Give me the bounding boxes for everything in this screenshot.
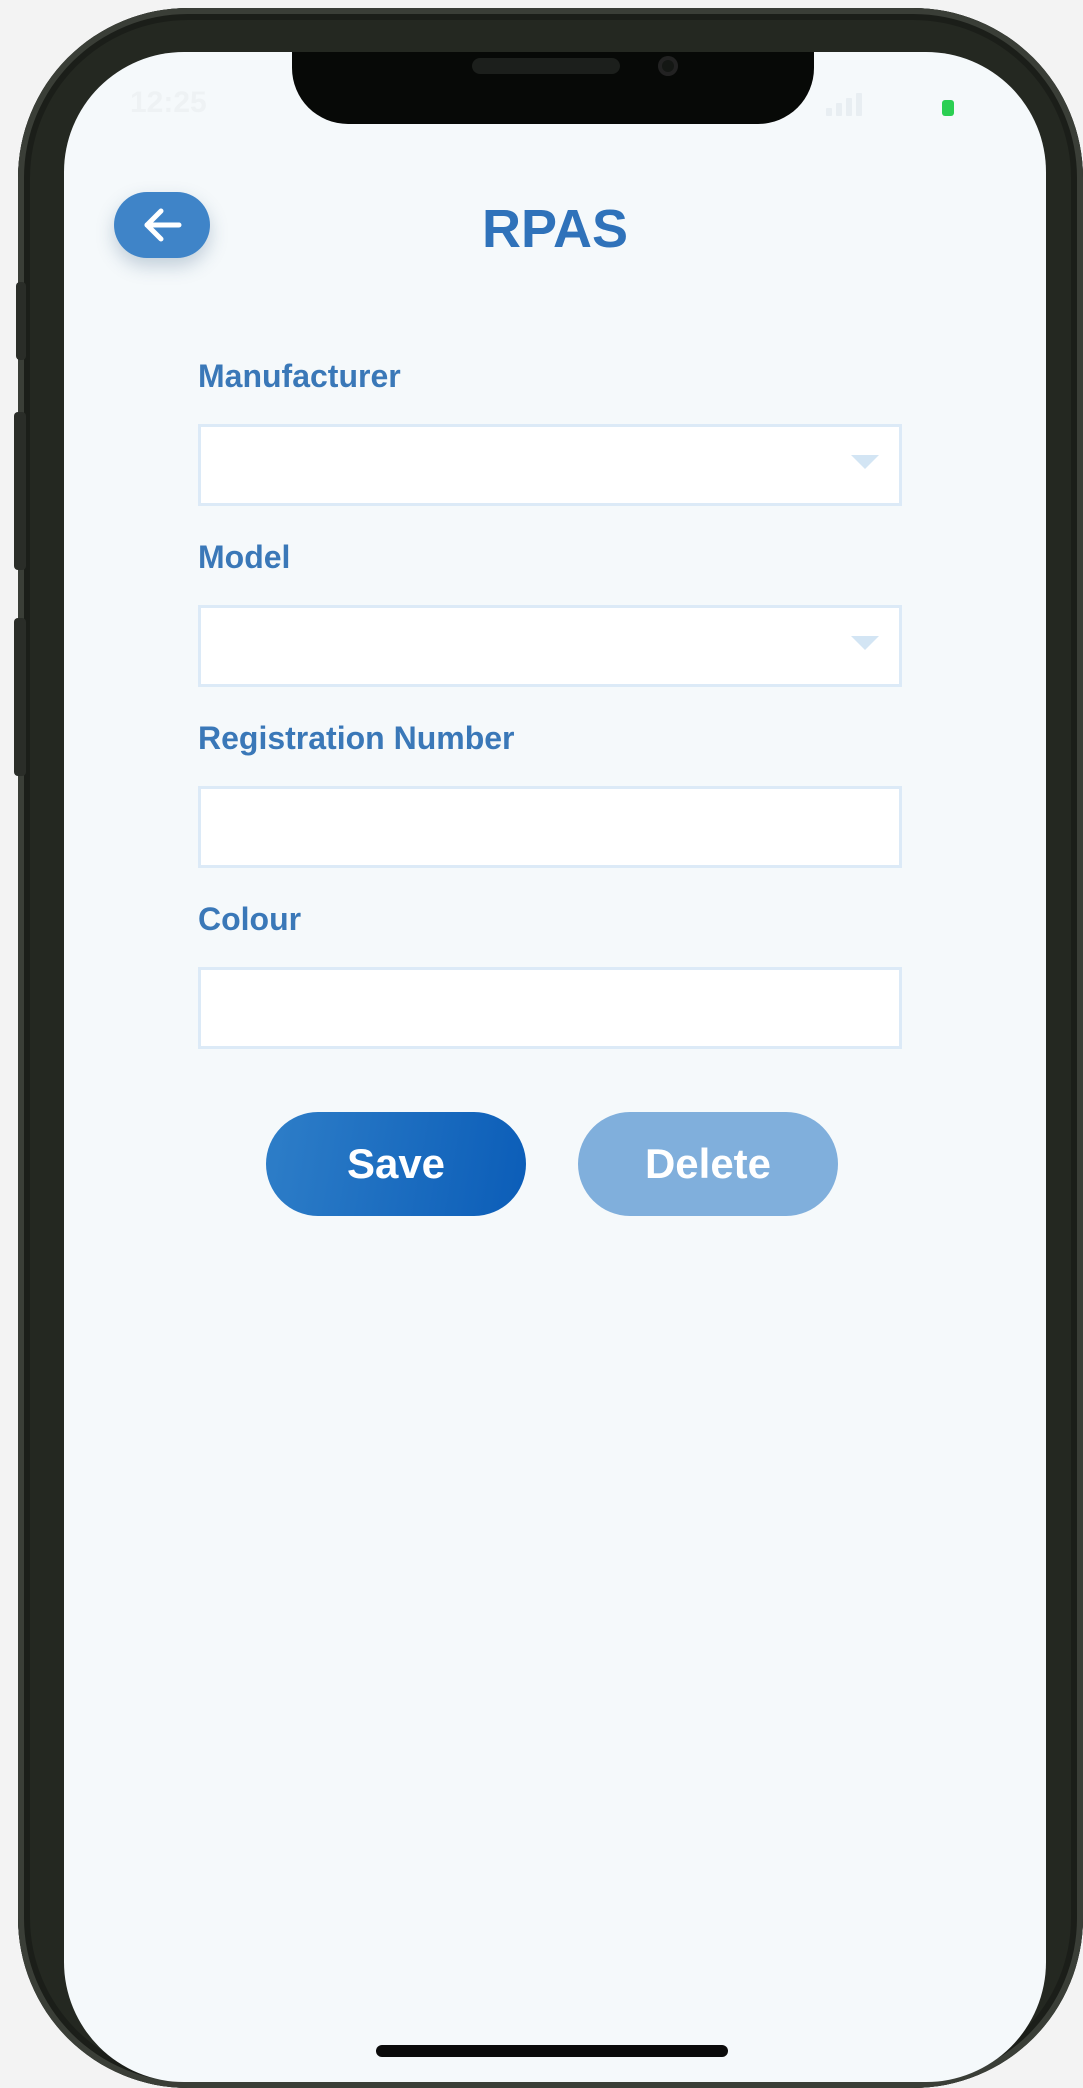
colour-input[interactable]	[198, 967, 902, 1049]
registration-number-label: Registration Number	[198, 720, 515, 756]
manufacturer-label: Manufacturer	[198, 358, 401, 394]
registration-number-input[interactable]	[198, 786, 902, 868]
page-title: RPAS	[481, 199, 629, 259]
manufacturer-dropdown[interactable]	[198, 424, 902, 506]
status-time: 12:25	[130, 86, 207, 119]
phone-screen: 12:25 RPAS Manufacturer Model Registrati…	[64, 52, 1046, 2082]
volume-down-button	[14, 618, 26, 776]
volume-up-button	[14, 412, 26, 570]
notch	[292, 52, 814, 124]
home-indicator	[376, 2045, 728, 2057]
chevron-down-icon	[851, 636, 879, 650]
colour-label: Colour	[198, 901, 302, 937]
signal-icon	[826, 93, 862, 116]
battery-icon	[942, 100, 954, 116]
model-dropdown[interactable]	[198, 605, 902, 687]
model-label: Model	[198, 539, 291, 575]
chevron-down-icon	[851, 455, 879, 469]
mute-switch	[16, 282, 26, 360]
delete-button[interactable]: Delete	[578, 1112, 838, 1216]
speaker-grille	[472, 58, 620, 74]
front-camera	[658, 56, 678, 76]
save-button[interactable]: Save	[266, 1112, 526, 1216]
